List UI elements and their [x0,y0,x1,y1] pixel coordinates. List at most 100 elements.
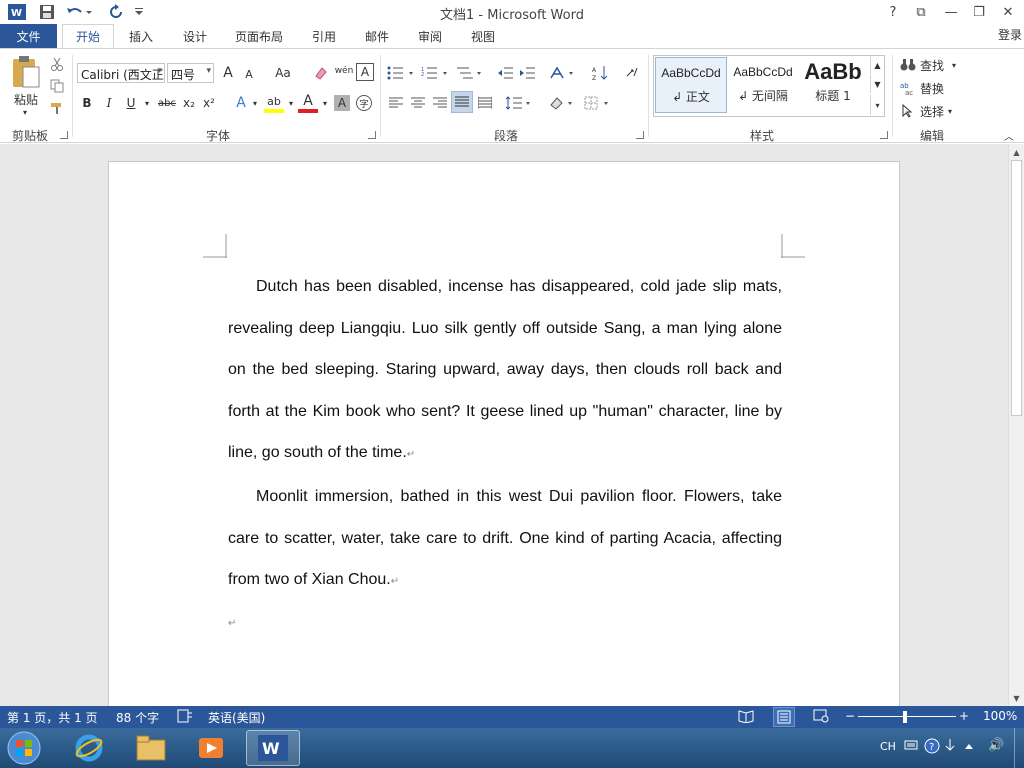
web-layout-icon[interactable] [813,709,829,726]
minimize-button[interactable]: — [938,2,964,22]
grow-font-button[interactable]: A [218,63,238,83]
show-hide-marks-icon[interactable] [622,63,642,83]
styles-more-icon[interactable]: ▾ [870,95,884,115]
tab-insert[interactable]: 插入 [118,24,164,48]
document-page[interactable]: Dutch has been disabled, incense has dis… [108,161,900,706]
media-player-icon[interactable] [184,730,238,766]
decrease-indent-icon[interactable] [496,63,516,83]
underline-button[interactable]: U [122,93,140,113]
strikethrough-button[interactable]: abc [156,93,178,113]
tab-page-layout[interactable]: 页面布局 [226,24,292,48]
find-dropdown-icon[interactable]: ▾ [952,61,956,70]
vertical-scrollbar[interactable]: ▲ ▼ [1008,144,1024,706]
zoom-in-button[interactable]: + [959,709,969,723]
print-layout-icon[interactable] [773,707,795,727]
bullets-icon[interactable] [386,63,416,83]
tab-references[interactable]: 引用 [302,24,346,48]
align-center-icon[interactable] [408,93,428,113]
align-left-icon[interactable] [386,93,406,113]
paragraph-launcher-icon[interactable] [636,131,644,139]
collapse-ribbon-icon[interactable]: ︿ [1002,129,1016,143]
phonetic-guide-button[interactable]: wén [334,61,354,81]
paragraph-2[interactable]: Moonlit immersion, bathed in this west D… [228,476,782,603]
enclose-characters-button[interactable]: 字 [356,95,372,111]
word-taskbar-icon[interactable]: W [246,730,300,766]
character-border-button[interactable]: A [356,63,374,81]
document-area[interactable]: Dutch has been disabled, incense has dis… [0,144,1008,706]
multilevel-list-icon[interactable] [454,63,484,83]
asian-layout-icon[interactable] [548,63,578,83]
paragraph-1[interactable]: Dutch has been disabled, incense has dis… [228,266,782,476]
input-language-indicator[interactable]: CH [880,740,896,753]
format-painter-icon[interactable] [48,99,66,117]
italic-button[interactable]: I [100,93,118,113]
highlight-dropdown-icon[interactable]: ▾ [286,93,296,113]
file-explorer-icon[interactable] [124,730,178,766]
style-no-spacing[interactable]: AaBbCcDd ↲ 无间隔 [727,57,799,113]
sort-icon[interactable]: AZ [590,63,612,83]
font-color-dropdown-icon[interactable]: ▾ [320,93,330,113]
line-spacing-icon[interactable] [505,93,535,113]
paste-button[interactable]: 粘贴 [6,91,46,107]
numbering-icon[interactable]: 12 [420,63,450,83]
page-count[interactable]: 第 1 页，共 1 页 [7,709,98,726]
font-size-combo[interactable]: 四号 [167,63,214,83]
borders-icon[interactable] [582,93,614,113]
zoom-slider-track[interactable] [858,716,956,717]
scroll-up-icon[interactable]: ▲ [1009,144,1024,160]
increase-indent-icon[interactable] [518,63,538,83]
superscript-button[interactable]: x² [200,93,218,113]
show-hidden-icons-icon[interactable] [964,740,974,753]
font-color-button[interactable]: A [298,93,318,113]
shrink-font-button[interactable]: A [240,65,258,83]
align-right-icon[interactable] [430,93,450,113]
cut-icon[interactable] [48,55,66,73]
tab-mailings[interactable]: 邮件 [355,24,399,48]
language-indicator[interactable]: 英语(美国) [208,709,265,726]
network-icon[interactable] [944,738,956,757]
tab-file[interactable]: 文件 [0,24,57,48]
replace-button[interactable]: ab ac 替换 [900,78,964,98]
style-heading-1[interactable]: AaBb 标题 1 [799,57,867,113]
zoom-slider-thumb[interactable] [903,711,907,723]
start-button[interactable] [0,730,48,766]
proofing-icon[interactable] [177,709,193,726]
ribbon-display-options-button[interactable]: ⧉ [908,2,934,22]
underline-dropdown-icon[interactable]: ▾ [142,93,152,113]
speaker-icon[interactable]: 🔊 [988,738,1004,753]
tab-home[interactable]: 开始 [62,24,114,49]
styles-scroll-up-icon[interactable]: ▲ [870,56,884,74]
sign-in-link[interactable]: 登录 [998,26,1022,43]
keyboard-icon[interactable] [904,739,918,754]
tab-review[interactable]: 审阅 [408,24,452,48]
select-dropdown-icon[interactable]: ▾ [948,107,952,116]
read-mode-icon[interactable] [738,709,754,726]
text-effects-button[interactable]: A [232,93,250,113]
subscript-button[interactable]: x₂ [180,93,198,113]
character-shading-button[interactable]: A [334,95,350,111]
help-button[interactable]: ? [880,2,906,22]
paste-dropdown-icon[interactable]: ▾ [20,107,30,117]
style-normal[interactable]: AaBbCcDd ↲ 正文 [655,57,727,113]
help-tray-icon[interactable]: ? [924,738,940,757]
text-effects-dropdown-icon[interactable]: ▾ [250,93,260,113]
styles-scroll-down-icon[interactable]: ▼ [870,75,884,93]
highlight-button[interactable]: ab [264,93,284,113]
font-launcher-icon[interactable] [368,131,376,139]
document-body[interactable]: Dutch has been disabled, incense has dis… [228,266,782,644]
word-count[interactable]: 88 个字 [116,709,159,726]
tab-view[interactable]: 视图 [461,24,505,48]
scroll-thumb[interactable] [1011,160,1022,416]
clear-formatting-icon[interactable] [312,63,330,83]
clipboard-launcher-icon[interactable] [60,131,68,139]
close-button[interactable]: ✕ [995,2,1021,22]
select-button[interactable]: 选择 ▾ [900,101,964,121]
restore-button[interactable]: ❐ [966,2,992,22]
tab-design[interactable]: 设计 [172,24,218,48]
styles-launcher-icon[interactable] [880,131,888,139]
bold-button[interactable]: B [78,93,96,113]
change-case-button[interactable]: Aa [268,63,298,83]
distributed-icon[interactable] [475,93,495,113]
internet-explorer-icon[interactable] [62,730,116,766]
paste-icon[interactable] [8,55,44,91]
